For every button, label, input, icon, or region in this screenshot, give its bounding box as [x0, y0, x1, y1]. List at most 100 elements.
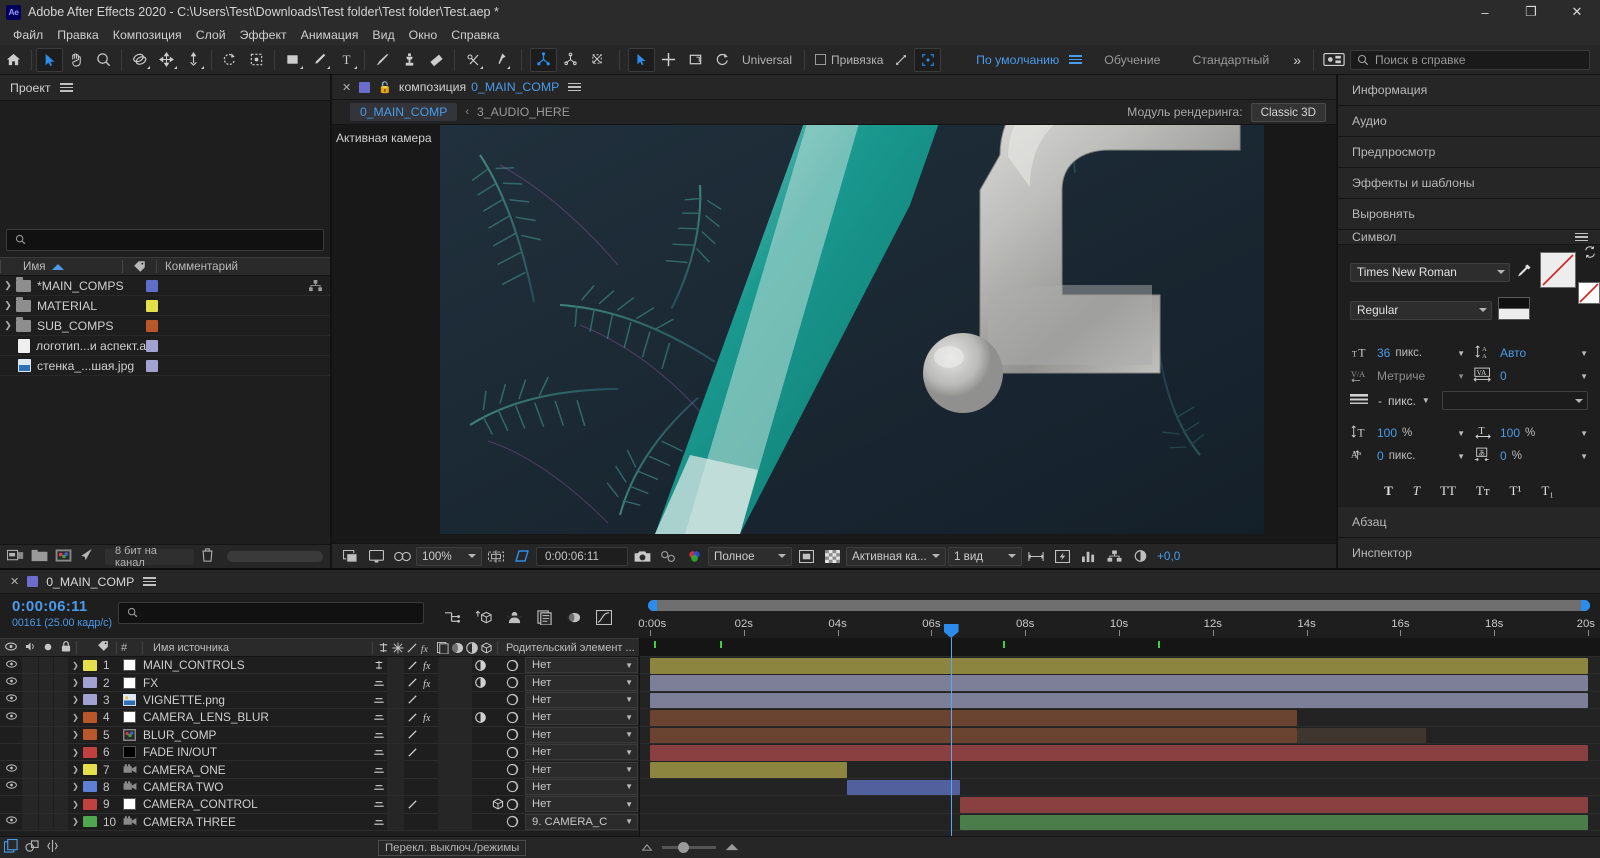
show-snapshot-icon[interactable]: [656, 546, 680, 566]
composition-canvas[interactable]: [440, 125, 1264, 534]
chevron-down-icon[interactable]: ▼: [1580, 349, 1588, 358]
project-item-label-swatch[interactable]: [146, 320, 158, 332]
parent-column-header[interactable]: Родительский элемент ...: [497, 642, 635, 654]
transparency-grid-icon[interactable]: [820, 546, 844, 566]
quality-switch[interactable]: [404, 778, 421, 795]
minimize-button[interactable]: –: [1462, 0, 1508, 24]
lock-toggle[interactable]: [54, 674, 68, 690]
zoom-slider-knob[interactable]: [678, 842, 689, 853]
menu-item-2[interactable]: Композиция: [106, 26, 189, 44]
layer-duration-bar[interactable]: [650, 658, 1588, 674]
motion-blur-footer-icon[interactable]: [42, 839, 63, 856]
dock-panel-2[interactable]: Предпросмотр: [1338, 137, 1600, 168]
swap-colors-icon[interactable]: [1584, 246, 1596, 261]
quality-switch[interactable]: [404, 761, 421, 778]
character-style-3[interactable]: Tт: [1476, 483, 1490, 499]
menu-item-7[interactable]: Окно: [402, 26, 445, 44]
type-tool[interactable]: T: [333, 48, 360, 72]
audio-toggle[interactable]: [22, 674, 38, 690]
graph-editor-icon[interactable]: [596, 610, 612, 628]
timeline-search-input[interactable]: [118, 602, 424, 624]
menu-item-8[interactable]: Справка: [444, 26, 506, 44]
safe-zones-icon[interactable]: [484, 546, 508, 566]
pixel-aspect-icon[interactable]: [1024, 546, 1048, 566]
layer-bar-row[interactable]: [640, 744, 1600, 761]
visibility-toggle[interactable]: [0, 781, 22, 792]
kerning-field[interactable]: V/A Метриче ▼: [1350, 365, 1465, 387]
layer-label-color[interactable]: [83, 781, 97, 792]
composition-mini-flowchart-icon[interactable]: [444, 610, 461, 628]
snap-target-icon[interactable]: [914, 48, 941, 72]
layer-twirl-icon[interactable]: ❯: [68, 695, 83, 704]
parent-select[interactable]: Нет▼: [525, 744, 638, 760]
frame-blend-switch[interactable]: [438, 778, 455, 795]
exposure-reset-icon[interactable]: [1128, 546, 1152, 566]
shy-switch[interactable]: [370, 691, 387, 708]
shy-switch[interactable]: [370, 744, 387, 761]
project-col-name[interactable]: Имя: [23, 260, 46, 273]
clone-stamp-tool[interactable]: [396, 48, 423, 72]
audio-toggle[interactable]: [22, 692, 38, 708]
lock-toggle[interactable]: [54, 692, 68, 708]
effects-switch[interactable]: [421, 691, 438, 708]
source-name-header[interactable]: Имя источника: [142, 642, 372, 654]
position-tool[interactable]: [655, 48, 682, 72]
comp-panel-menu-icon[interactable]: [568, 83, 581, 92]
solo-toggle[interactable]: [39, 796, 53, 812]
layer-parent-cell[interactable]: Нет▼: [506, 709, 638, 725]
timeline-panel-menu-icon[interactable]: [143, 577, 156, 586]
threed-switch[interactable]: [489, 744, 506, 761]
motion-blur-switch[interactable]: [455, 709, 472, 726]
lock-icon[interactable]: 🔓: [378, 81, 392, 94]
shy-switch[interactable]: [370, 657, 387, 674]
layer-duration-bar[interactable]: [650, 710, 1297, 726]
parent-select[interactable]: Нет▼: [525, 762, 638, 778]
parent-select[interactable]: Нет▼: [525, 675, 638, 691]
effects-switch[interactable]: [421, 796, 438, 813]
timeline-marker-strip[interactable]: [640, 638, 1600, 657]
table-row[interactable]: ❯7CAMERA_ONEНет▼: [0, 761, 639, 778]
layer-bar-row[interactable]: [640, 761, 1600, 778]
audio-toggle[interactable]: [22, 727, 38, 743]
timeline-flowchart-icon[interactable]: [1076, 546, 1100, 566]
project-panel-menu-icon[interactable]: [60, 83, 73, 92]
layer-name[interactable]: VIGNETTE.png: [143, 693, 225, 707]
layer-name[interactable]: MAIN_CONTROLS: [143, 658, 245, 672]
new-folder-icon[interactable]: [31, 549, 48, 565]
work-area-end-handle[interactable]: [1581, 600, 1590, 611]
collapse-switch[interactable]: [387, 761, 404, 778]
comp-tab-name[interactable]: 0_MAIN_COMP: [471, 80, 559, 94]
character-style-0[interactable]: T: [1384, 483, 1393, 499]
dock-lower-panel-0[interactable]: Абзац: [1338, 507, 1600, 538]
layer-name[interactable]: BLUR_COMP: [143, 728, 216, 742]
project-item[interactable]: ❯MATERIAL: [0, 296, 330, 316]
mask-path-icon[interactable]: [510, 546, 534, 566]
default-colors-icon[interactable]: [1498, 297, 1534, 323]
chevron-down-icon[interactable]: ▼: [1457, 429, 1465, 438]
comp-flowchart-icon[interactable]: [1102, 546, 1126, 566]
main-viewer-icon[interactable]: [364, 546, 388, 566]
collapse-switch[interactable]: [387, 726, 404, 743]
snapping-arrow-icon[interactable]: [887, 48, 914, 72]
lock-toggle[interactable]: [54, 761, 68, 777]
adjustment-switch[interactable]: [472, 796, 489, 813]
timeline-ruler[interactable]: 0:00s02s04s06s08s10s12s14s16s18s20s: [640, 594, 1600, 638]
layer-parent-cell[interactable]: Нет▼: [506, 657, 638, 673]
scale-tool[interactable]: [682, 48, 709, 72]
rotate-axis-tool[interactable]: [709, 48, 736, 72]
shy-switch[interactable]: [370, 761, 387, 778]
adjustment-switch[interactable]: [472, 778, 489, 795]
audio-toggle[interactable]: [22, 779, 38, 795]
layer-bar-row[interactable]: [640, 709, 1600, 726]
enable-motion-blur-icon[interactable]: [566, 610, 582, 628]
dock-lower-panel-1[interactable]: Инспектор: [1338, 538, 1600, 569]
dock-panel-4[interactable]: Выровнять: [1338, 199, 1600, 230]
lock-toggle[interactable]: [54, 779, 68, 795]
layer-parent-cell[interactable]: Нет▼: [506, 779, 638, 795]
motion-blur-switch[interactable]: [455, 744, 472, 761]
lock-toggle[interactable]: [54, 796, 68, 812]
fill-color-swatch[interactable]: [1540, 252, 1576, 288]
eyedropper-icon[interactable]: [1516, 263, 1534, 282]
character-style-2[interactable]: TT: [1440, 483, 1456, 499]
layer-parent-cell[interactable]: 9. CAMERA_C▼: [506, 814, 638, 830]
